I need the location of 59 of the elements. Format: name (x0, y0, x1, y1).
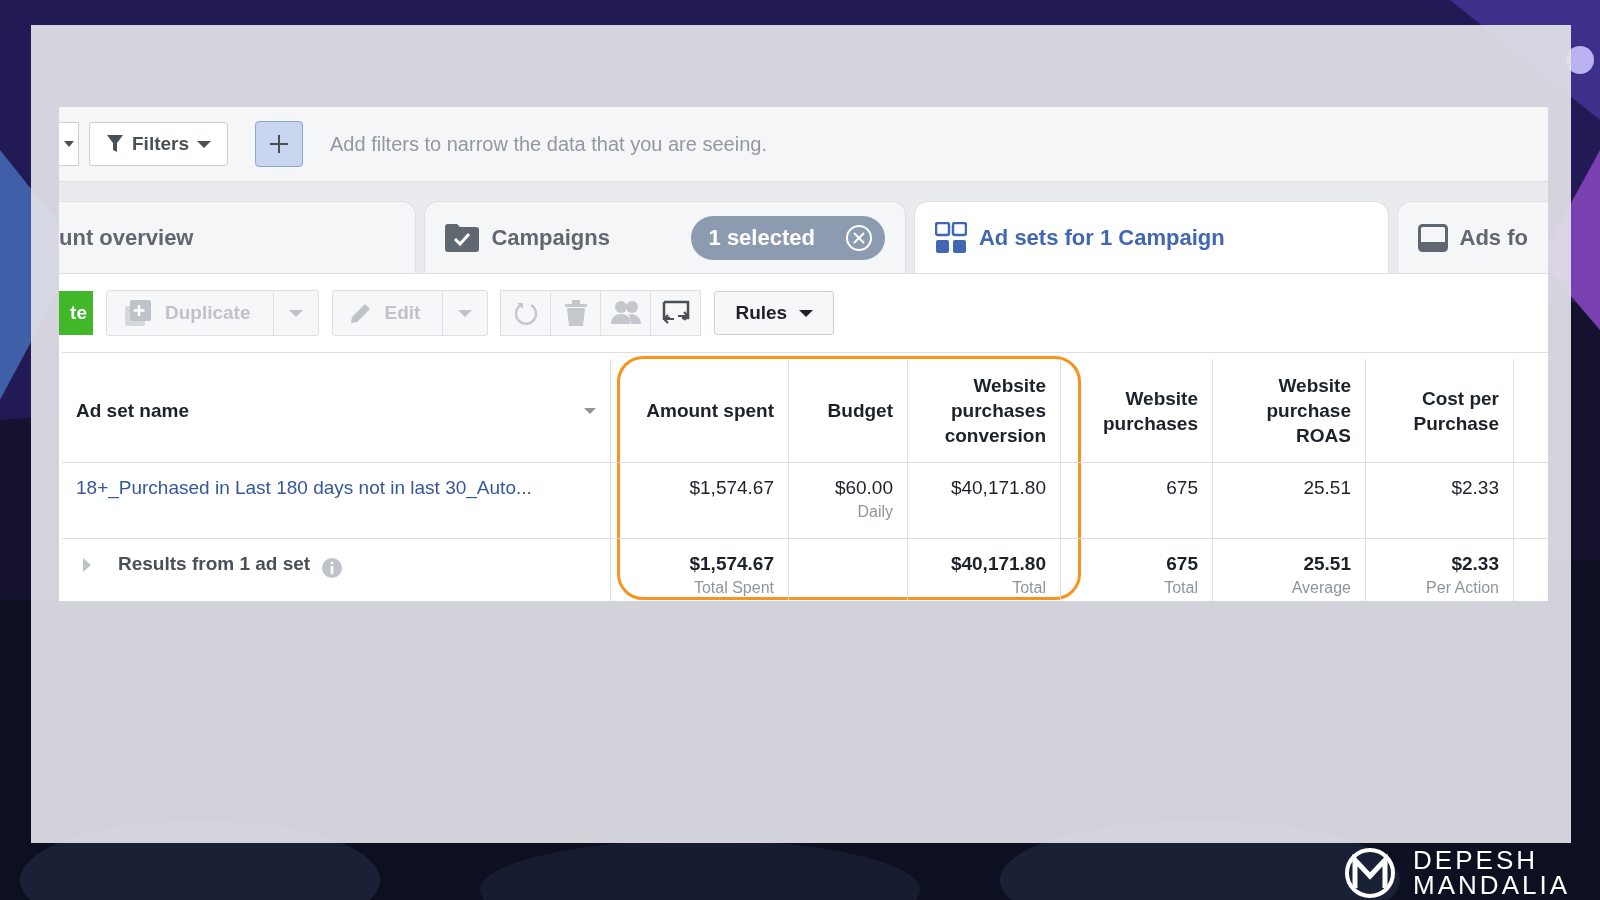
table-cell: $40,171.80 (950, 553, 1046, 575)
caret-icon (63, 140, 74, 148)
ad-set-link[interactable]: 18+_Purchased in Last 180 days not in last 30_Auto... (76, 477, 532, 499)
grid-icon (934, 221, 967, 254)
tab[interactable]: Campaigns 1 selected (424, 201, 906, 273)
compare-icon (661, 300, 690, 326)
caret-icon (458, 308, 473, 318)
cell-caption: Per Action (1426, 579, 1499, 597)
compare-button[interactable] (650, 290, 702, 336)
refresh-icon (513, 301, 538, 325)
pencil-icon (350, 303, 371, 323)
table-cell: $1,574.67 (689, 553, 774, 575)
add-filter-button[interactable] (255, 121, 304, 167)
table-cell: $60.00 (834, 477, 893, 499)
caret-icon (197, 139, 212, 149)
tab[interactable]: Ad sets for 1 Campaign (913, 201, 1389, 273)
folder-check-icon (445, 223, 480, 252)
table-cell: $2.33 (1451, 477, 1499, 499)
caret-icon (584, 406, 596, 415)
cell-caption: Average (1291, 579, 1351, 597)
tab[interactable]: Ads fo (1396, 201, 1548, 273)
table-cell: 25.51 (1303, 553, 1351, 575)
table-cell: $1,574.67 (689, 477, 774, 499)
cell-caption: Daily (857, 503, 893, 521)
screen-icon (1417, 223, 1448, 252)
tab[interactable]: unt overview (59, 201, 417, 273)
expand-icon[interactable] (82, 558, 92, 572)
column-header[interactable]: Cost per Purchase (1366, 359, 1514, 463)
table-cell: $40,171.80 (950, 477, 1046, 499)
column-header[interactable]: Website purchase ROAS (1213, 359, 1366, 463)
column-header[interactable]: Ad set name (62, 359, 611, 463)
people-icon (610, 300, 641, 326)
close-icon (844, 223, 873, 252)
cell-caption: Total (1012, 579, 1046, 597)
rules-button[interactable]: Rules (714, 291, 835, 335)
caret-icon (799, 308, 814, 318)
plus-icon (269, 134, 290, 154)
caret-icon (288, 308, 303, 318)
logo-text: DEPESH (1413, 848, 1539, 873)
column-header[interactable]: Amount spent (611, 359, 789, 463)
table-cell: 25.51 (1303, 477, 1351, 499)
info-icon[interactable] (322, 558, 343, 578)
totals-label: Results from 1 ad set (118, 553, 311, 575)
table-cell: 675 (1166, 477, 1198, 499)
duplicate-icon (125, 300, 151, 326)
column-header[interactable]: Website purchases conversion (908, 359, 1061, 463)
column-header[interactable]: Website purchases (1061, 359, 1213, 463)
cell-caption: Total Spent (693, 579, 774, 597)
funnel-icon (106, 134, 124, 154)
cell-caption: Total (1164, 579, 1198, 597)
dropdown-button[interactable] (59, 122, 79, 166)
table-cell: $2.33 (1451, 553, 1499, 575)
filters-button[interactable]: Filters (89, 122, 229, 166)
logo-text: MANDALIA (1413, 873, 1570, 898)
filter-hint: Add filters to narrow the data that you are seeing. (330, 132, 767, 156)
trash-icon (564, 300, 587, 326)
column-header[interactable]: Budget (789, 359, 908, 463)
table-cell: 675 (1166, 553, 1198, 575)
logo-icon (1345, 848, 1396, 898)
